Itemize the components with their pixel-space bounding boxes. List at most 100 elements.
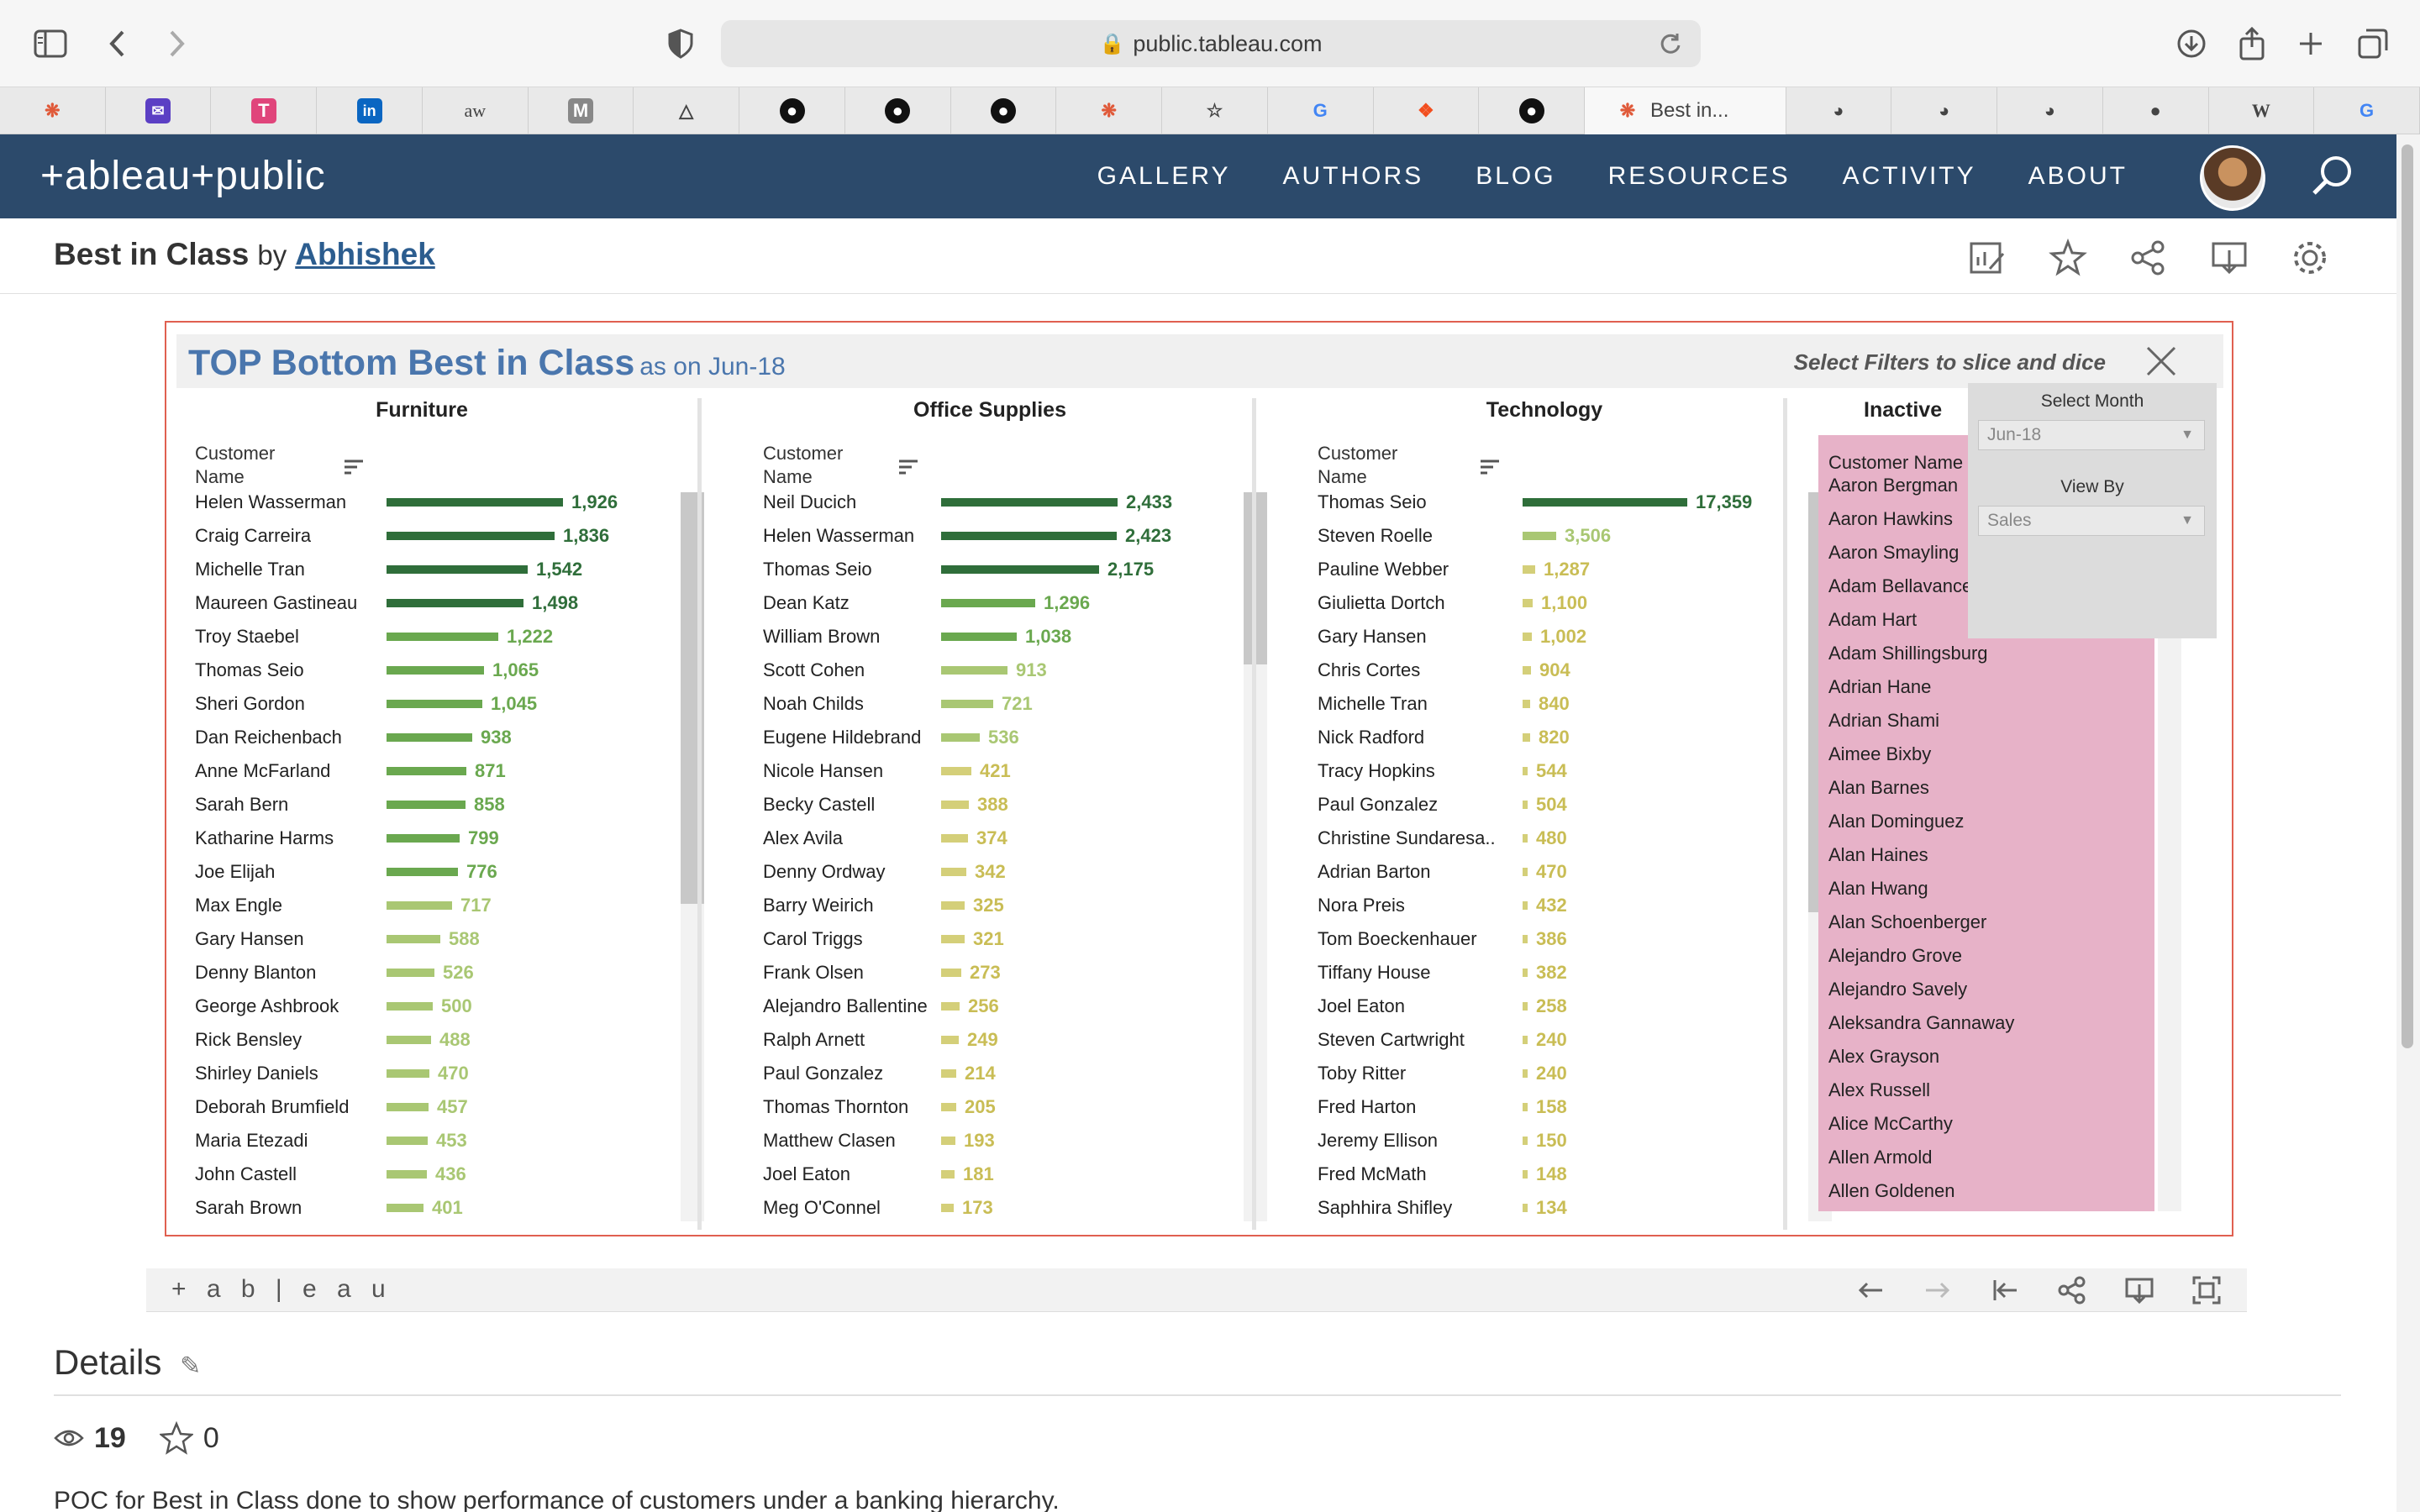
table-row[interactable]: Troy Staebel (195, 620, 380, 654)
bar-mark[interactable]: 717 (387, 889, 492, 922)
download-icon[interactable] (2124, 1275, 2154, 1305)
table-row[interactable]: Joel Eaton (763, 1158, 934, 1191)
page-scrollbar[interactable] (2396, 134, 2420, 1512)
table-row[interactable]: Thomas Thornton (763, 1090, 934, 1124)
table-row[interactable]: Paul Gonzalez (1318, 788, 1516, 822)
table-row[interactable]: Dean Katz (763, 586, 934, 620)
download-icon[interactable] (2170, 22, 2213, 66)
table-row[interactable]: Pauline Webber (1318, 553, 1516, 586)
table-row[interactable]: Christine Sundaresa.. (1318, 822, 1516, 855)
bar-mark[interactable]: 134 (1523, 1191, 1567, 1225)
table-row[interactable]: Nick Radford (1318, 721, 1516, 754)
shield-icon[interactable] (659, 22, 702, 66)
month-select[interactable]: Jun-18 ▼ (1978, 420, 2205, 450)
tab-github-4[interactable]: ● (1479, 87, 1586, 134)
list-item[interactable]: Aaron Bergman (1828, 469, 1958, 502)
bar-mark[interactable]: 2,423 (941, 519, 1171, 553)
list-item[interactable]: Aimee Bixby (1828, 738, 1931, 771)
tab-github-2[interactable]: ● (845, 87, 951, 134)
table-row[interactable]: Tracy Hopkins (1318, 754, 1516, 788)
bar-mark[interactable]: 1,498 (387, 586, 578, 620)
table-row[interactable]: Ralph Arnett (763, 1023, 934, 1057)
table-row[interactable]: William Brown (763, 620, 934, 654)
table-row[interactable]: Sarah Bern (195, 788, 380, 822)
table-row[interactable]: Saphhira Shifley (1318, 1191, 1516, 1225)
tab-github-3[interactable]: ● (951, 87, 1057, 134)
share-icon[interactable] (2129, 239, 2168, 277)
bar-mark[interactable]: 904 (1523, 654, 1570, 687)
tab-google-2[interactable]: G (2314, 87, 2420, 134)
new-tab-icon[interactable] (2289, 22, 2333, 66)
tableau-footer-logo[interactable]: + a b | e a u (171, 1275, 392, 1304)
address-bar[interactable]: 🔒 public.tableau.com (721, 20, 1701, 67)
table-row[interactable]: Adrian Barton (1318, 855, 1516, 889)
author-link[interactable]: Abhishek (295, 237, 435, 271)
bar-mark[interactable]: 858 (387, 788, 505, 822)
bar-mark[interactable]: 436 (387, 1158, 466, 1191)
table-row[interactable]: Katharine Harms (195, 822, 380, 855)
tab-wikipedia[interactable]: W (2209, 87, 2315, 134)
table-row[interactable]: Gary Hansen (1318, 620, 1516, 654)
list-item[interactable]: Allen Armold (1828, 1141, 1933, 1174)
list-item[interactable]: Alejandro Savely (1828, 973, 1967, 1006)
table-row[interactable]: Helen Wasserman (763, 519, 934, 553)
bar-mark[interactable]: 938 (387, 721, 512, 754)
nav-about[interactable]: ABOUT (2028, 162, 2128, 191)
table-row[interactable]: Neil Ducich (763, 486, 934, 519)
nav-resources[interactable]: RESOURCES (1608, 162, 1791, 191)
table-row[interactable]: Jeremy Ellison (1318, 1124, 1516, 1158)
bar-mark[interactable]: 240 (1523, 1057, 1567, 1090)
table-row[interactable]: Anne McFarland (195, 754, 380, 788)
bar-mark[interactable]: 776 (387, 855, 497, 889)
tab-active[interactable]: ❋ Best in... (1585, 87, 1786, 134)
bar-mark[interactable]: 258 (1523, 990, 1567, 1023)
table-row[interactable]: Tiffany House (1318, 956, 1516, 990)
nav-gallery[interactable]: GALLERY (1097, 162, 1231, 191)
bar-mark[interactable]: 193 (941, 1124, 995, 1158)
table-row[interactable]: Becky Castell (763, 788, 934, 822)
nav-blog[interactable]: BLOG (1476, 162, 1555, 191)
bar-mark[interactable]: 1,542 (387, 553, 582, 586)
bar-mark[interactable]: 1,045 (387, 687, 537, 721)
bar-mark[interactable]: 173 (941, 1191, 993, 1225)
tab-mail[interactable]: ✉ (106, 87, 212, 134)
nav-authors[interactable]: AUTHORS (1283, 162, 1424, 191)
bar-mark[interactable]: 2,433 (941, 486, 1172, 519)
sort-icon[interactable] (897, 457, 919, 479)
table-row[interactable]: Meg O'Connel (763, 1191, 934, 1225)
bar-mark[interactable]: 1,926 (387, 486, 618, 519)
list-item[interactable]: Alan Hwang (1828, 872, 1928, 906)
bar-mark[interactable]: 249 (941, 1023, 998, 1057)
bar-mark[interactable]: 388 (941, 788, 1008, 822)
bar-mark[interactable]: 457 (387, 1090, 468, 1124)
bar-mark[interactable]: 150 (1523, 1124, 1567, 1158)
table-row[interactable]: Chris Cortes (1318, 654, 1516, 687)
share-icon[interactable] (2230, 22, 2274, 66)
bar-mark[interactable]: 526 (387, 956, 474, 990)
close-icon[interactable] (2141, 341, 2181, 381)
table-row[interactable]: Frank Olsen (763, 956, 934, 990)
bar-mark[interactable]: 432 (1523, 889, 1567, 922)
list-item[interactable]: Alex Grayson (1828, 1040, 1939, 1074)
bar-mark[interactable]: 256 (941, 990, 999, 1023)
bar-mark[interactable]: 588 (387, 922, 480, 956)
table-row[interactable]: Maureen Gastineau (195, 586, 380, 620)
list-item[interactable]: Adam Hart (1828, 603, 1917, 637)
bar-mark[interactable]: 382 (1523, 956, 1567, 990)
list-item[interactable]: Aaron Hawkins (1828, 502, 1953, 536)
revert-icon[interactable] (1990, 1275, 2020, 1305)
list-item[interactable]: Adrian Hane (1828, 670, 1931, 704)
bar-mark[interactable]: 500 (387, 990, 472, 1023)
forward-icon[interactable] (155, 22, 198, 66)
fullscreen-icon[interactable] (2191, 1275, 2222, 1305)
sort-icon[interactable] (1479, 457, 1501, 479)
table-row[interactable]: Michelle Tran (195, 553, 380, 586)
list-item[interactable]: Alex Russell (1828, 1074, 1930, 1107)
tab-bookmark[interactable]: ☆ (1162, 87, 1268, 134)
table-row[interactable]: Steven Roelle (1318, 519, 1516, 553)
table-row[interactable]: Thomas Seio (763, 553, 934, 586)
bar-mark[interactable]: 840 (1523, 687, 1570, 721)
bar-mark[interactable]: 1,836 (387, 519, 609, 553)
pencil-icon[interactable]: ✎ (180, 1352, 201, 1380)
bar-mark[interactable]: 871 (387, 754, 506, 788)
